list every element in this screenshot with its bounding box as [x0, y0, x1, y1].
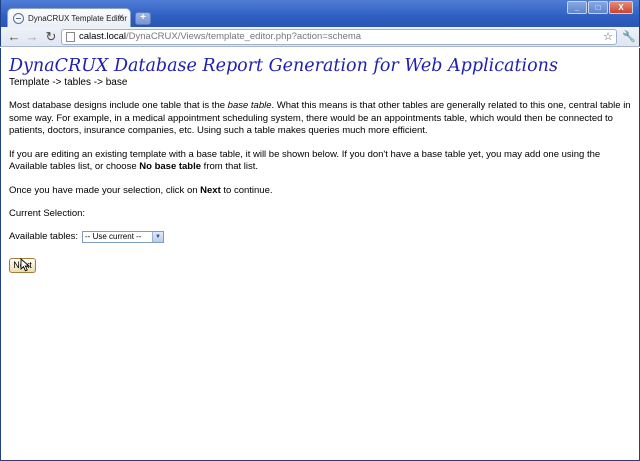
- select-value: -- Use current --: [85, 232, 142, 241]
- current-selection-label: Current Selection:: [9, 208, 86, 219]
- browser-toolbar: ← → ↻ calast.local/DynaCRUX/Views/templa…: [0, 27, 640, 47]
- forward-arrow-icon[interactable]: →: [24, 29, 40, 45]
- available-tables-row: Available tables: -- Use current -- ▼: [9, 231, 631, 243]
- minimize-button[interactable]: _: [567, 1, 587, 14]
- base-table-emphasis: base table: [227, 100, 272, 111]
- available-tables-select[interactable]: -- Use current -- ▼: [82, 231, 165, 243]
- title-bar: DynaCRUX Template Editor × + _ □ X: [0, 0, 640, 28]
- page-favicon-icon: [13, 13, 24, 24]
- address-bar[interactable]: calast.local/DynaCRUX/Views/template_edi…: [61, 29, 617, 45]
- intro-paragraph: Most database designs include one table …: [9, 100, 631, 138]
- breadcrumb: Template -> tables -> base: [9, 77, 128, 88]
- back-arrow-icon[interactable]: ←: [6, 29, 22, 45]
- page-icon: [66, 32, 75, 42]
- tab-title: DynaCRUX Template Editor: [28, 14, 128, 23]
- page-content: DynaCRUX Database Report Generation for …: [0, 48, 640, 461]
- sel-text-2: to continue.: [220, 184, 273, 196]
- sel-text-1: Once you have made your selection, click…: [9, 184, 201, 196]
- maximize-button[interactable]: □: [588, 1, 608, 14]
- edit-text-1: If you are editing an existing template …: [9, 148, 601, 173]
- bookmark-star-icon[interactable]: ☆: [603, 30, 613, 44]
- edit-text-2: from that list.: [201, 161, 259, 172]
- reload-icon[interactable]: ↻: [43, 29, 59, 45]
- intro-text-1: Most database designs include one table …: [9, 100, 228, 111]
- browser-tab[interactable]: DynaCRUX Template Editor ×: [7, 8, 131, 28]
- available-tables-label: Available tables:: [9, 231, 79, 242]
- selection-paragraph: Once you have made your selection, click…: [9, 185, 631, 198]
- close-window-button[interactable]: X: [609, 1, 633, 14]
- tab-close-icon[interactable]: ×: [118, 12, 124, 24]
- new-tab-button[interactable]: +: [135, 12, 151, 25]
- no-base-table-bold: No base table: [139, 161, 202, 172]
- url-path: /DynaCRUX/Views/template_editor.php?acti…: [126, 31, 362, 42]
- window-controls: _ □ X: [567, 1, 633, 14]
- page-title: DynaCRUX Database Report Generation for …: [9, 56, 558, 76]
- chevron-down-icon[interactable]: ▼: [152, 232, 164, 242]
- editing-paragraph: If you are editing an existing template …: [9, 149, 631, 174]
- wrench-menu-icon[interactable]: 🔧: [621, 29, 637, 45]
- next-bold: Next: [200, 184, 221, 196]
- mouse-pointer-icon: [20, 258, 31, 272]
- url-host: calast.local: [79, 31, 126, 42]
